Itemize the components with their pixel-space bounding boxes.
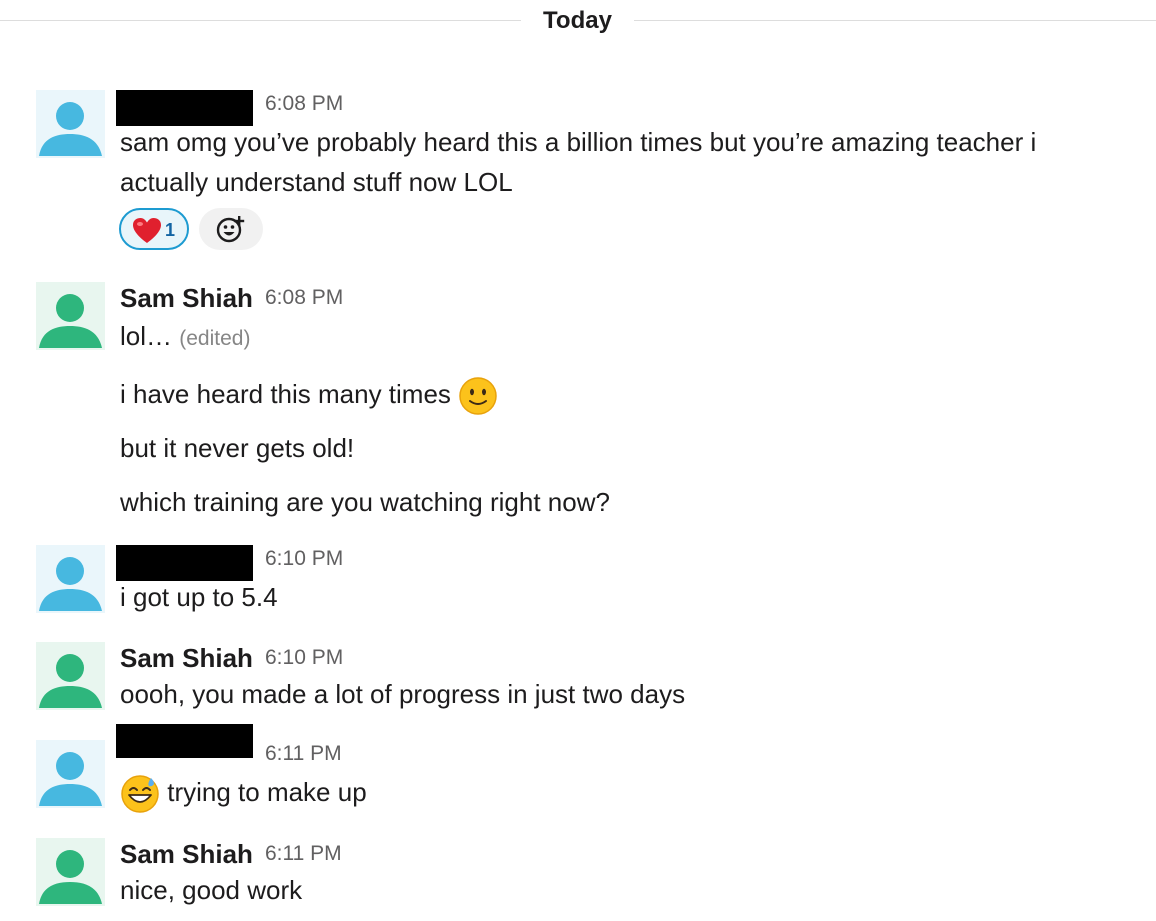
message-text-line: but it never gets old! xyxy=(120,433,355,463)
message-header: Sam Shiah xyxy=(120,838,253,874)
add-emoji-icon xyxy=(216,216,245,243)
redacted-author-name xyxy=(116,90,253,126)
day-divider-label[interactable]: Today xyxy=(521,5,634,37)
timestamp[interactable]: 6:10 PM xyxy=(265,644,343,672)
edited-label: (edited) xyxy=(179,327,251,350)
heart-emoji-icon xyxy=(133,218,161,243)
avatar[interactable] xyxy=(36,838,105,906)
message-text-line: nice, good work xyxy=(120,875,303,905)
message-text-line: i have heard this many times xyxy=(120,374,498,416)
message-text: i have heard this many times xyxy=(120,379,451,409)
avatar[interactable] xyxy=(36,740,105,808)
user-avatar-icon xyxy=(36,740,105,808)
reaction-heart-button[interactable]: 1 xyxy=(119,208,189,250)
divider-line-right xyxy=(634,20,1156,21)
slightly-smiling-face-emoji-icon xyxy=(459,377,497,415)
timestamp[interactable]: 6:08 PM xyxy=(265,284,343,312)
avatar[interactable] xyxy=(36,545,105,613)
author-name[interactable]: Sam Shiah xyxy=(120,642,253,674)
timestamp[interactable]: 6:11 PM xyxy=(265,840,342,868)
author-name[interactable]: Sam Shiah xyxy=(120,282,253,314)
divider-line-left xyxy=(0,20,521,21)
redacted-author-name xyxy=(116,724,253,758)
author-name[interactable]: Sam Shiah xyxy=(120,838,253,870)
message-header: Sam Shiah xyxy=(120,282,253,318)
user-avatar-icon xyxy=(36,838,105,906)
timestamp[interactable]: 6:11 PM xyxy=(265,740,342,768)
message-text-line: actually understand stuff now LOL xyxy=(120,167,513,197)
message: 6:11 PM trying to make up xyxy=(0,724,1156,814)
message-text-line: which training are you watching right no… xyxy=(120,487,610,517)
grinning-face-with-sweat-emoji-icon xyxy=(121,775,159,813)
message-text-line: oooh, you made a lot of progress in just… xyxy=(120,679,686,709)
message-text: trying to make up xyxy=(167,777,367,807)
message-text: lol… xyxy=(120,321,173,351)
message: Sam Shiah 6:08 PM lol… (edited) i have h… xyxy=(0,282,1156,522)
avatar[interactable] xyxy=(36,90,105,158)
message-text-line: lol… (edited) xyxy=(120,316,250,359)
user-avatar-icon xyxy=(36,282,105,350)
message-text-line: sam omg you’ve probably heard this a bil… xyxy=(120,127,1037,157)
user-avatar-icon xyxy=(36,90,105,158)
timestamp[interactable]: 6:08 PM xyxy=(265,90,343,118)
message-header: Sam Shiah xyxy=(120,642,253,678)
avatar[interactable] xyxy=(36,282,105,350)
message-text-line: trying to make up xyxy=(120,772,367,814)
message: 6:10 PM i got up to 5.4 xyxy=(0,545,1156,617)
day-divider: Today xyxy=(0,0,1156,44)
redacted-author-name xyxy=(116,545,253,581)
avatar[interactable] xyxy=(36,642,105,710)
user-avatar-icon xyxy=(36,545,105,613)
timestamp[interactable]: 6:10 PM xyxy=(265,545,343,573)
reaction-count: 1 xyxy=(165,220,176,240)
message: 6:08 PM sam omg you’ve probably heard th… xyxy=(0,90,1156,260)
message-text-line: i got up to 5.4 xyxy=(120,582,278,612)
message: Sam Shiah 6:11 PM nice, good work xyxy=(0,838,1156,910)
add-reaction-button[interactable] xyxy=(199,208,263,250)
user-avatar-icon xyxy=(36,642,105,710)
message: Sam Shiah 6:10 PM oooh, you made a lot o… xyxy=(0,642,1156,714)
